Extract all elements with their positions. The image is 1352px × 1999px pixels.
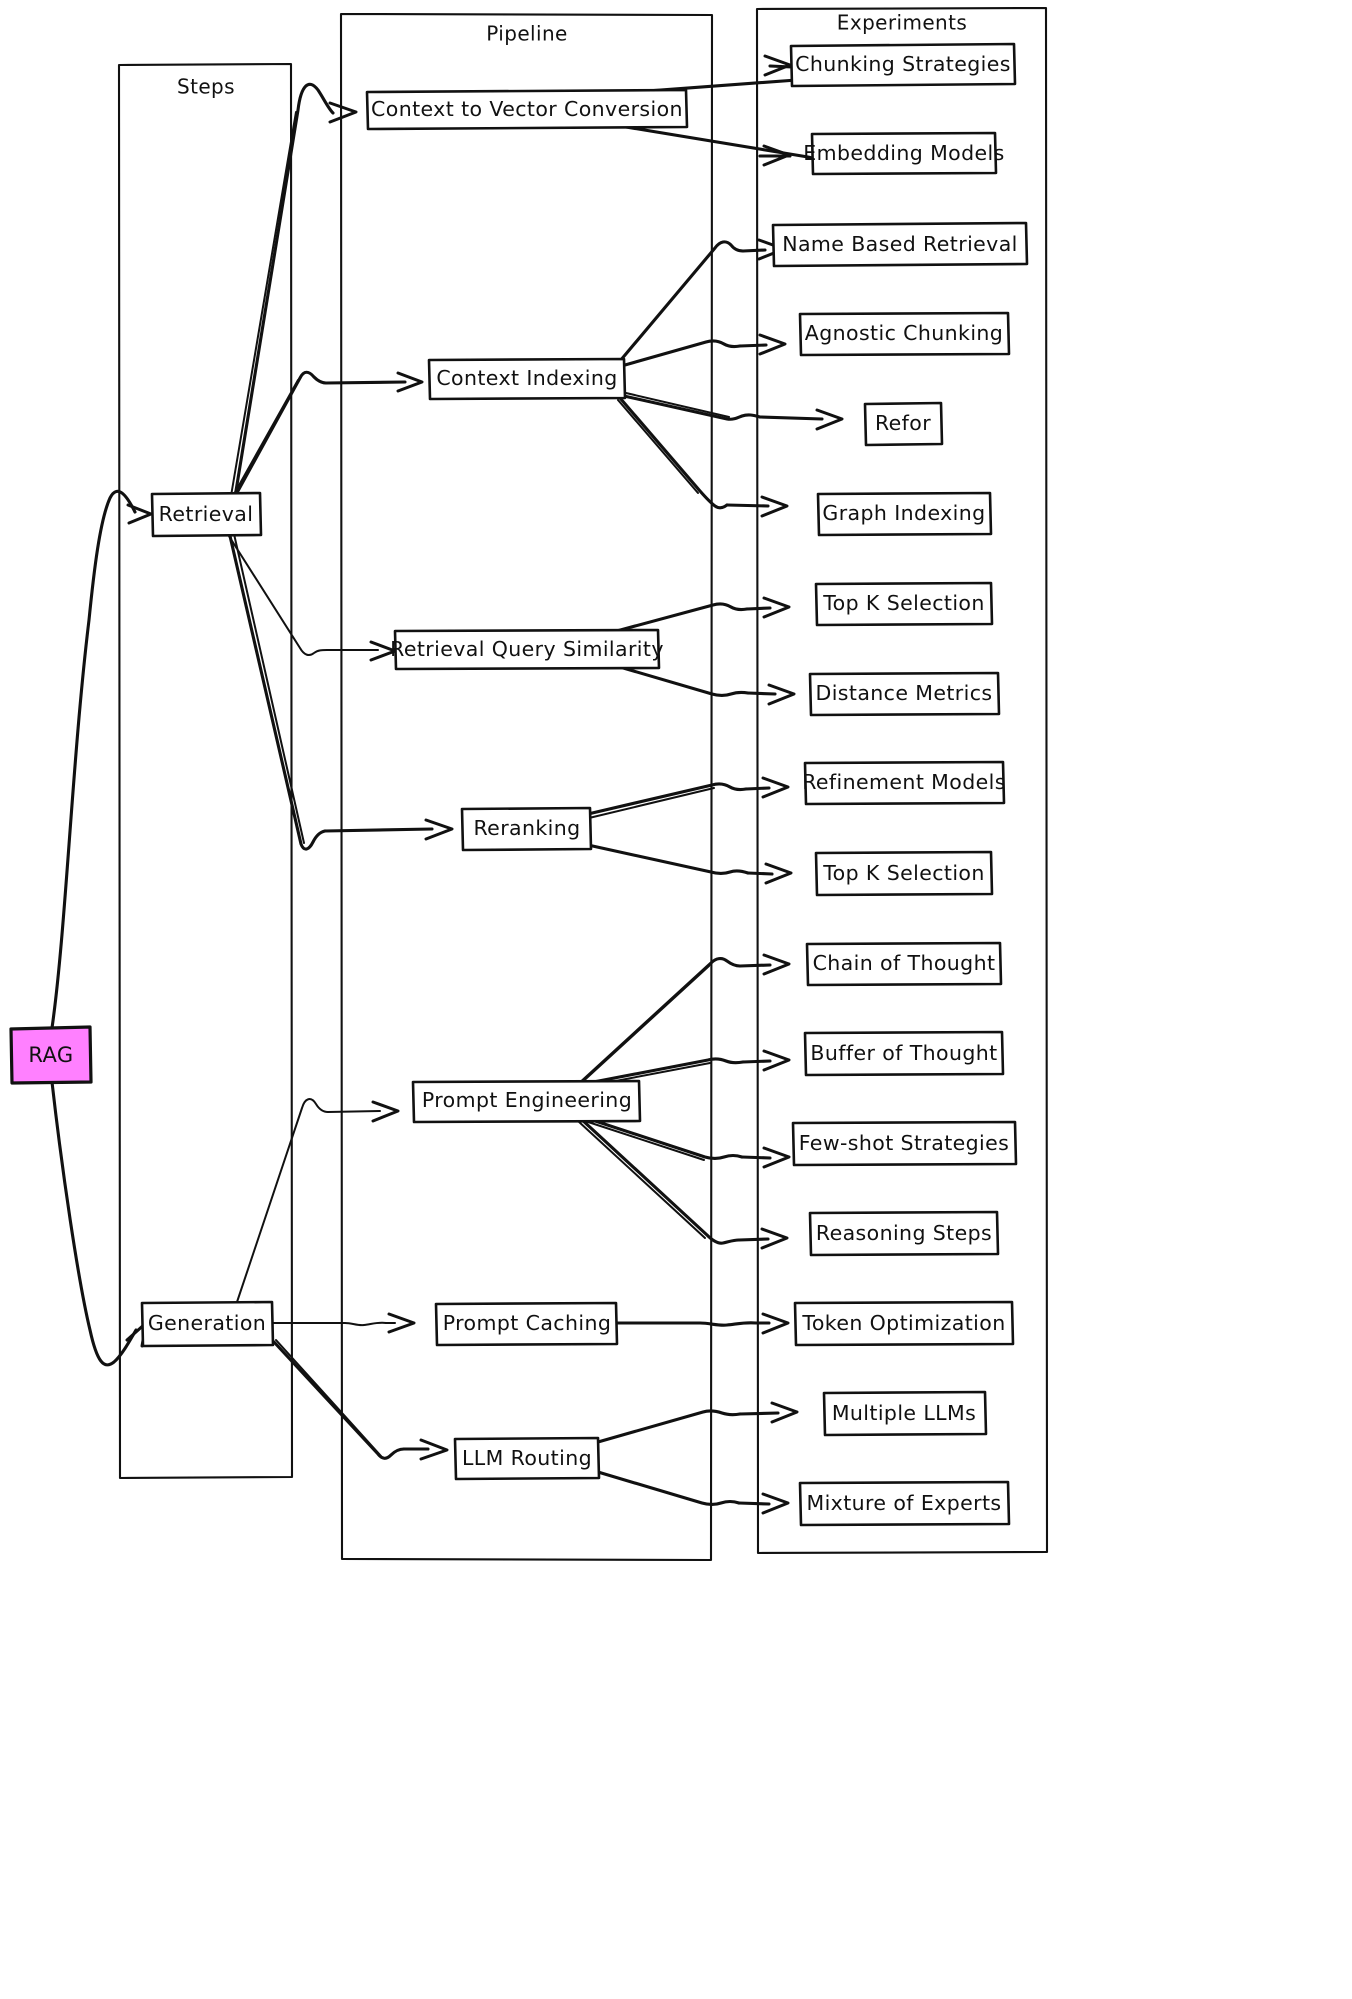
node-label-rqs: Retrieval Query Similarity [390,637,664,661]
node-multiple-llms[interactable]: Multiple LLMs [822,1390,988,1437]
node-label-to: Token Optimization [801,1311,1005,1335]
node-name-based-retrieval[interactable]: Name Based Retrieval [771,221,1029,268]
node-reranking[interactable]: Reranking [460,806,593,852]
node-label-retrieval: Retrieval [159,502,254,526]
node-label-rr: Reranking [473,816,580,840]
node-label-tks1: Top K Selection [822,591,985,615]
cluster-label-experiments: Experiments [837,11,967,35]
node-prompt-engineering[interactable]: Prompt Engineering [411,1079,642,1124]
edge-ci-to-refor [622,392,844,431]
edge-rag-to-retrieval [50,489,153,1030]
node-graph-indexing[interactable]: Graph Indexing [816,491,993,537]
node-label-ac: Agnostic Chunking [805,321,1003,345]
flowchart-diagram: Steps Pipeline Experiments RAG Retrieval… [0,0,1352,1999]
node-label-moe: Mixture of Experts [807,1491,1002,1515]
node-label-ci: Context Indexing [436,366,617,390]
node-label-rm: Refinement Models [802,770,1006,794]
node-label-pe: Prompt Engineering [422,1088,632,1112]
node-agnostic-chunking[interactable]: Agnostic Chunking [798,311,1011,357]
node-context-indexing[interactable]: Context Indexing [427,357,627,401]
node-label-generation: Generation [148,1311,266,1335]
node-label-ctv: Context to Vector Conversion [371,97,683,121]
node-chunking-strategies[interactable]: Chunking Strategies [789,42,1017,88]
node-top-k-selection-1[interactable]: Top K Selection [814,581,994,627]
node-refinement-models[interactable]: Refinement Models [802,760,1006,806]
node-label-cs: Chunking Strategies [795,52,1011,76]
node-label-gi: Graph Indexing [822,501,985,525]
node-chain-of-thought[interactable]: Chain of Thought [805,941,1003,987]
node-few-shot-strategies[interactable]: Few-shot Strategies [791,1120,1018,1167]
node-label-nbr: Name Based Retrieval [782,232,1018,256]
node-token-optimization[interactable]: Token Optimization [793,1300,1015,1347]
node-buffer-of-thought[interactable]: Buffer of Thought [803,1030,1005,1077]
node-label-pc: Prompt Caching [443,1311,612,1335]
node-refor[interactable]: Refor [863,401,944,447]
node-retrieval-query-similarity[interactable]: Retrieval Query Similarity [390,628,664,671]
edge-rqs-to-tks1 [611,596,791,634]
node-top-k-selection-2[interactable]: Top K Selection [814,850,994,897]
node-distance-metrics[interactable]: Distance Metrics [808,671,1001,717]
node-rag[interactable]: RAG [9,1025,93,1085]
edge-rag-to-generation [50,1080,148,1367]
node-label-tks2: Top K Selection [822,861,985,885]
node-label-dm: Distance Metrics [816,681,993,705]
node-label-rs: Reasoning Steps [816,1221,992,1245]
node-generation[interactable]: Generation [140,1300,275,1348]
node-label-fss: Few-shot Strategies [799,1131,1010,1155]
node-context-to-vector-conversion[interactable]: Context to Vector Conversion [365,88,689,131]
edge-ci-to-ac [623,333,787,367]
edge-generation-to-pe [235,1098,400,1306]
edge-pc-to-to [614,1312,790,1335]
cluster-label-pipeline: Pipeline [486,22,567,46]
edge-rr-to-tks2 [586,843,793,885]
edge-generation-to-pc [272,1312,416,1334]
node-embedding-models[interactable]: Embedding Models [803,131,1004,176]
node-label-ml: Multiple LLMs [832,1401,976,1425]
edge-retrieval-to-ci [228,370,424,504]
edge-lr-to-ml [596,1401,799,1444]
edge-retrieval-to-ctv [230,82,358,499]
cluster-label-steps: Steps [177,75,235,99]
node-label-lr: LLM Routing [462,1446,592,1470]
node-label-rag: RAG [28,1043,73,1067]
cluster-steps: Steps [117,62,294,1480]
node-retrieval[interactable]: Retrieval [150,491,263,538]
edge-retrieval-to-rqs [226,532,397,662]
edge-generation-to-lr [272,1339,449,1461]
node-prompt-caching[interactable]: Prompt Caching [434,1301,619,1347]
node-reasoning-steps[interactable]: Reasoning Steps [808,1210,1000,1257]
node-mixture-of-experts[interactable]: Mixture of Experts [798,1480,1011,1527]
edge-pe-to-rs [577,1116,789,1250]
node-label-cot: Chain of Thought [813,951,996,975]
node-label-refor: Refor [875,411,931,435]
node-label-em: Embedding Models [803,141,1004,165]
edge-rqs-to-dm [611,663,796,706]
diagram-canvas: Steps Pipeline Experiments RAG Retrieval… [9,6,1049,1562]
node-llm-routing[interactable]: LLM Routing [453,1436,601,1481]
edge-lr-to-moe [596,1470,790,1515]
node-label-bot: Buffer of Thought [810,1041,997,1065]
